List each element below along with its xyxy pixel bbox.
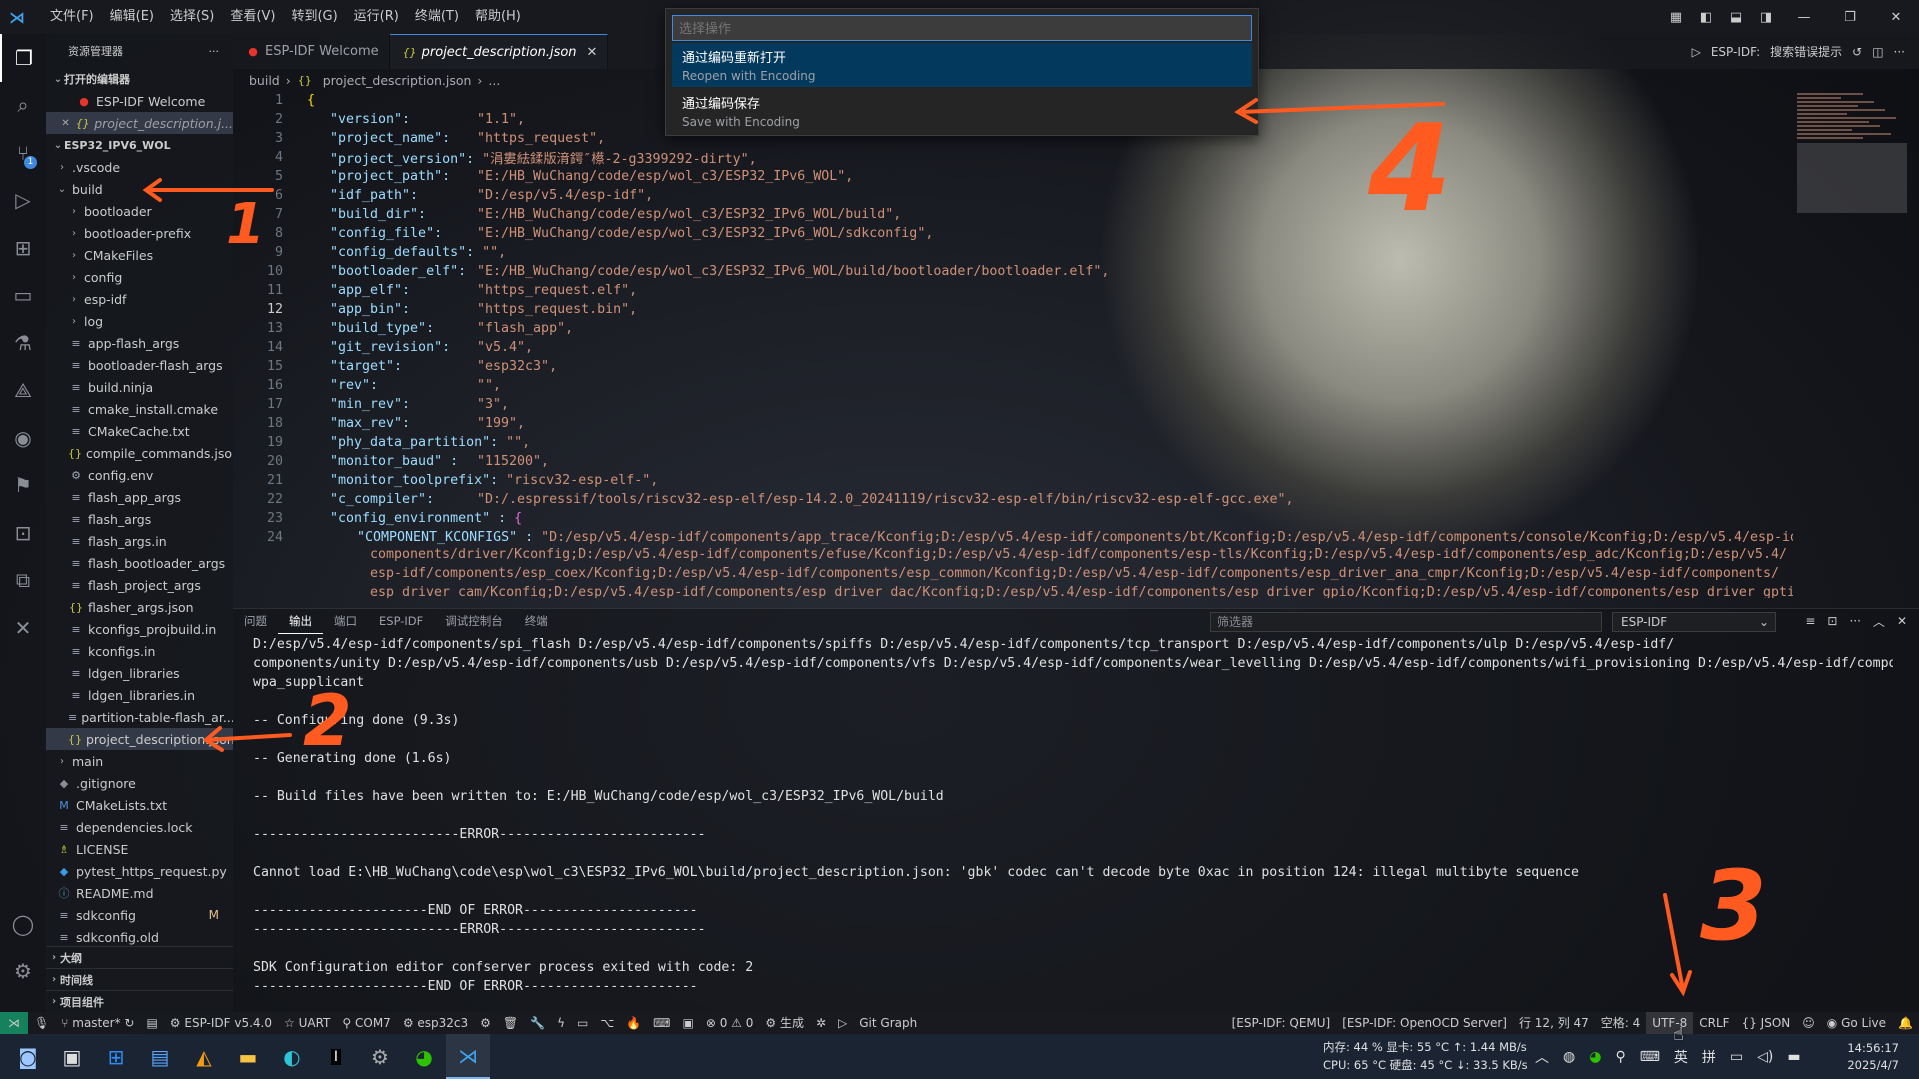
annotation-number-3: 3 — [1700, 850, 1767, 962]
annotation-number-4: 4 — [1368, 100, 1452, 239]
annotation-number-1: 1 — [226, 192, 265, 257]
annotation-overlay — [142, 98, 1692, 997]
annotation-number-2: 2 — [303, 680, 352, 762]
annotation-arrow-2 — [204, 733, 292, 742]
